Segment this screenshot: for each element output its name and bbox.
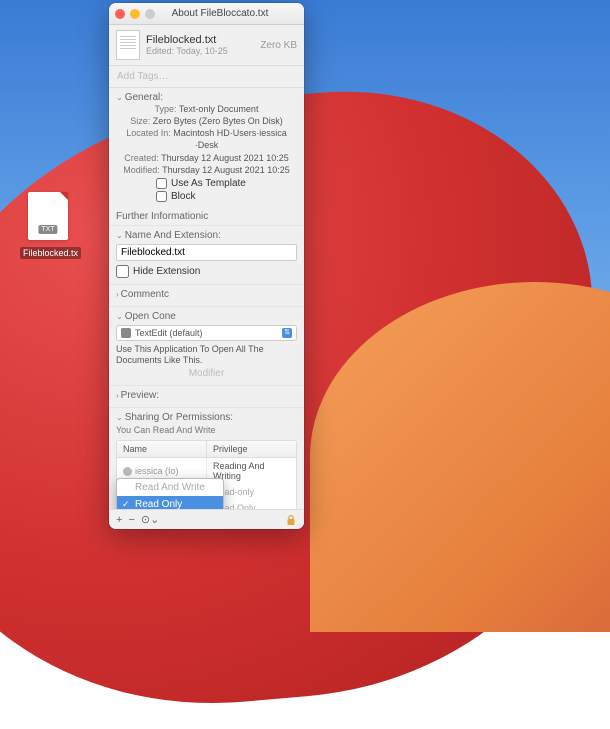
info-window: About FileBloccato.txt Fileblocked.txt E… [109,3,304,529]
file-icon: TXT [28,192,68,240]
chevron-down-icon: ⌄ [116,413,123,422]
col-privilege: Privilege [207,441,296,457]
name-ext-header[interactable]: ⌄Name And Extension: [116,230,297,241]
permission-summary: You Can Read And Write [116,425,297,435]
app-icon [121,328,131,338]
template-checkbox[interactable] [156,178,167,189]
privilege-dropdown: Read And Write Read Only No Access [116,478,224,509]
chevron-right-icon: › [116,290,119,299]
content-area: ⌄General: Type: Text-only Document Size:… [109,88,304,509]
chevron-down-icon: ⌄ [116,312,123,321]
block-checkbox[interactable] [156,191,167,202]
window-title: About FileBloccato.txt [142,8,298,19]
chevron-down-icon: ⌄ [116,231,123,240]
comments-header[interactable]: ›Commentc [116,289,297,300]
action-menu-button[interactable]: ⊙⌄ [141,513,159,526]
privilege-option-readwrite[interactable]: Read And Write [117,479,223,496]
hide-extension-label: Hide Extension [133,266,200,277]
add-button[interactable]: + [116,514,122,526]
openwith-select[interactable]: TextEdit (default) ⇅ [116,325,297,341]
minimize-button[interactable] [130,9,140,19]
footer: + − ⊙⌄ [109,509,304,529]
block-label: Block [171,191,195,202]
chevron-right-icon: › [116,391,119,400]
section-general: ⌄General: Type: Text-only Document Size:… [109,88,304,208]
further-info: Further Informationic [109,208,304,225]
filename-input[interactable] [116,244,297,261]
desktop-wallpaper [0,0,610,532]
updown-icon: ⇅ [282,328,292,338]
avatar-icon [123,467,132,476]
openwith-header[interactable]: ⌄Open Cone [116,311,297,322]
section-sharing: ⌄Sharing Or Permissions: You Can Read An… [109,407,304,509]
modify-button[interactable]: Modifier [116,368,297,379]
lock-icon[interactable] [285,514,297,526]
desktop-file-icon[interactable]: TXT Fileblocked.tx [20,192,76,261]
desktop-file-label: Fileblocked.tx [20,247,81,259]
section-comments: ›Commentc [109,284,304,306]
file-header: Fileblocked.txt Edited: Today, 10-25 Zer… [109,25,304,66]
block-checkbox-row: Block [156,191,297,202]
remove-button[interactable]: − [128,514,134,526]
file-doc-icon [116,30,140,60]
tags-field[interactable]: Add Tags… [109,66,304,88]
header-edited: Edited: Today, 10-25 [146,46,254,56]
titlebar[interactable]: About FileBloccato.txt [109,3,304,25]
sharing-header[interactable]: ⌄Sharing Or Permissions: [116,412,297,423]
chevron-down-icon: ⌄ [116,93,123,102]
header-filename: Fileblocked.txt [146,34,254,46]
template-checkbox-row: Use As Template [156,178,297,189]
header-size: Zero KB [260,40,297,51]
col-name: Name [117,441,207,457]
general-header[interactable]: ⌄General: [116,92,297,103]
openwith-message: Use This Application To Open All The Doc… [116,344,297,366]
section-name-extension: ⌄Name And Extension: Hide Extension [109,225,304,284]
section-preview: ›Preview: [109,385,304,407]
preview-header[interactable]: ›Preview: [116,390,297,401]
template-label: Use As Template [171,178,246,189]
privilege-option-readonly[interactable]: Read Only [117,496,223,509]
close-button[interactable] [115,9,125,19]
section-open-with: ⌄Open Cone TextEdit (default) ⇅ Use This… [109,306,304,386]
file-type-badge: TXT [38,225,57,234]
hide-extension-checkbox[interactable] [116,265,129,278]
